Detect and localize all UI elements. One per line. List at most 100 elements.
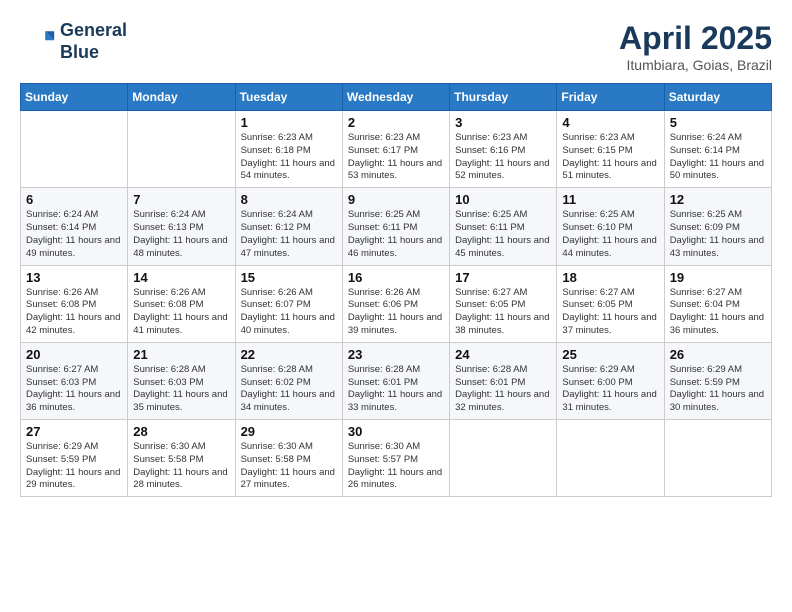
day-number: 26 <box>670 347 766 362</box>
day-number: 19 <box>670 270 766 285</box>
cell-info: Sunrise: 6:30 AM Sunset: 5:58 PM Dayligh… <box>133 441 229 492</box>
calendar-cell: 30 Sunrise: 6:30 AM Sunset: 5:57 PM Dayli… <box>342 420 449 497</box>
calendar-cell: 20 Sunrise: 6:27 AM Sunset: 6:03 PM Dayli… <box>21 342 128 419</box>
calendar-cell: 28 Sunrise: 6:30 AM Sunset: 5:58 PM Dayli… <box>128 420 235 497</box>
calendar-cell <box>664 420 771 497</box>
cell-info: Sunrise: 6:30 AM Sunset: 5:57 PM Dayligh… <box>348 441 444 492</box>
cell-info: Sunrise: 6:26 AM Sunset: 6:06 PM Dayligh… <box>348 287 444 338</box>
calendar-week-2: 6Sunrise: 6:24 AM Sunset: 6:14 PM Daylig… <box>21 188 772 265</box>
page-header: General Blue April 2025 Itumbiara, Goias… <box>20 20 772 73</box>
calendar-cell: 11Sunrise: 6:25 AM Sunset: 6:10 PM Dayli… <box>557 188 664 265</box>
cell-info: Sunrise: 6:26 AM Sunset: 6:08 PM Dayligh… <box>133 287 229 338</box>
calendar-table: SundayMondayTuesdayWednesdayThursdayFrid… <box>20 83 772 497</box>
day-number: 28 <box>133 424 229 439</box>
calendar-cell: 9 Sunrise: 6:25 AM Sunset: 6:11 PM Daylig… <box>342 188 449 265</box>
day-number: 8 <box>241 192 337 207</box>
day-number: 22 <box>241 347 337 362</box>
calendar-week-1: 1Sunrise: 6:23 AM Sunset: 6:18 PM Daylig… <box>21 111 772 188</box>
cell-info: Sunrise: 6:29 AM Sunset: 5:59 PM Dayligh… <box>26 441 122 492</box>
day-number: 3 <box>455 115 551 130</box>
cell-info: Sunrise: 6:29 AM Sunset: 5:59 PM Dayligh… <box>670 364 766 415</box>
calendar-cell: 14 Sunrise: 6:26 AM Sunset: 6:08 PM Dayli… <box>128 265 235 342</box>
day-number: 16 <box>348 270 444 285</box>
weekday-header-saturday: Saturday <box>664 84 771 111</box>
calendar-cell <box>450 420 557 497</box>
weekday-header-thursday: Thursday <box>450 84 557 111</box>
calendar-cell: 7 Sunrise: 6:24 AM Sunset: 6:13 PM Daylig… <box>128 188 235 265</box>
cell-info: Sunrise: 6:23 AM Sunset: 6:15 PM Dayligh… <box>562 132 658 183</box>
cell-info: Sunrise: 6:25 AM Sunset: 6:11 PM Dayligh… <box>455 209 551 260</box>
cell-info: Sunrise: 6:23 AM Sunset: 6:17 PM Dayligh… <box>348 132 444 183</box>
day-number: 7 <box>133 192 229 207</box>
weekday-header-sunday: Sunday <box>21 84 128 111</box>
calendar-week-3: 13Sunrise: 6:26 AM Sunset: 6:08 PM Dayli… <box>21 265 772 342</box>
cell-info: Sunrise: 6:24 AM Sunset: 6:13 PM Dayligh… <box>133 209 229 260</box>
calendar-cell <box>128 111 235 188</box>
cell-info: Sunrise: 6:27 AM Sunset: 6:03 PM Dayligh… <box>26 364 122 415</box>
day-number: 21 <box>133 347 229 362</box>
logo-icon <box>20 24 56 60</box>
cell-info: Sunrise: 6:24 AM Sunset: 6:14 PM Dayligh… <box>26 209 122 260</box>
day-number: 27 <box>26 424 122 439</box>
calendar-header-row: SundayMondayTuesdayWednesdayThursdayFrid… <box>21 84 772 111</box>
weekday-header-monday: Monday <box>128 84 235 111</box>
day-number: 29 <box>241 424 337 439</box>
calendar-cell: 25 Sunrise: 6:29 AM Sunset: 6:00 PM Dayli… <box>557 342 664 419</box>
cell-info: Sunrise: 6:25 AM Sunset: 6:11 PM Dayligh… <box>348 209 444 260</box>
cell-info: Sunrise: 6:25 AM Sunset: 6:09 PM Dayligh… <box>670 209 766 260</box>
day-number: 30 <box>348 424 444 439</box>
cell-info: Sunrise: 6:24 AM Sunset: 6:14 PM Dayligh… <box>670 132 766 183</box>
day-number: 18 <box>562 270 658 285</box>
day-number: 25 <box>562 347 658 362</box>
calendar-cell: 3 Sunrise: 6:23 AM Sunset: 6:16 PM Daylig… <box>450 111 557 188</box>
day-number: 12 <box>670 192 766 207</box>
day-number: 20 <box>26 347 122 362</box>
cell-info: Sunrise: 6:23 AM Sunset: 6:16 PM Dayligh… <box>455 132 551 183</box>
calendar-cell: 12 Sunrise: 6:25 AM Sunset: 6:09 PM Dayli… <box>664 188 771 265</box>
cell-info: Sunrise: 6:28 AM Sunset: 6:01 PM Dayligh… <box>348 364 444 415</box>
day-number: 15 <box>241 270 337 285</box>
day-number: 11 <box>562 192 658 207</box>
calendar-cell: 4 Sunrise: 6:23 AM Sunset: 6:15 PM Daylig… <box>557 111 664 188</box>
logo-text: General Blue <box>60 20 127 63</box>
calendar-cell: 10Sunrise: 6:25 AM Sunset: 6:11 PM Dayli… <box>450 188 557 265</box>
calendar-cell: 17Sunrise: 6:27 AM Sunset: 6:05 PM Dayli… <box>450 265 557 342</box>
calendar-cell <box>557 420 664 497</box>
day-number: 14 <box>133 270 229 285</box>
cell-info: Sunrise: 6:26 AM Sunset: 6:07 PM Dayligh… <box>241 287 337 338</box>
calendar-week-4: 20 Sunrise: 6:27 AM Sunset: 6:03 PM Dayli… <box>21 342 772 419</box>
cell-info: Sunrise: 6:30 AM Sunset: 5:58 PM Dayligh… <box>241 441 337 492</box>
day-number: 4 <box>562 115 658 130</box>
calendar-week-5: 27 Sunrise: 6:29 AM Sunset: 5:59 PM Dayli… <box>21 420 772 497</box>
day-number: 5 <box>670 115 766 130</box>
cell-info: Sunrise: 6:29 AM Sunset: 6:00 PM Dayligh… <box>562 364 658 415</box>
day-number: 2 <box>348 115 444 130</box>
day-number: 1 <box>241 115 337 130</box>
logo: General Blue <box>20 20 127 63</box>
day-number: 24 <box>455 347 551 362</box>
calendar-cell: 19 Sunrise: 6:27 AM Sunset: 6:04 PM Dayli… <box>664 265 771 342</box>
calendar-cell: 26 Sunrise: 6:29 AM Sunset: 5:59 PM Dayli… <box>664 342 771 419</box>
calendar-cell: 1Sunrise: 6:23 AM Sunset: 6:18 PM Daylig… <box>235 111 342 188</box>
day-number: 17 <box>455 270 551 285</box>
day-number: 9 <box>348 192 444 207</box>
location: Itumbiara, Goias, Brazil <box>619 57 772 73</box>
calendar-body: 1Sunrise: 6:23 AM Sunset: 6:18 PM Daylig… <box>21 111 772 497</box>
cell-info: Sunrise: 6:27 AM Sunset: 6:04 PM Dayligh… <box>670 287 766 338</box>
cell-info: Sunrise: 6:28 AM Sunset: 6:03 PM Dayligh… <box>133 364 229 415</box>
calendar-cell: 24 Sunrise: 6:28 AM Sunset: 6:01 PM Dayli… <box>450 342 557 419</box>
cell-info: Sunrise: 6:27 AM Sunset: 6:05 PM Dayligh… <box>562 287 658 338</box>
calendar-cell: 27 Sunrise: 6:29 AM Sunset: 5:59 PM Dayli… <box>21 420 128 497</box>
weekday-header-wednesday: Wednesday <box>342 84 449 111</box>
calendar-cell: 29 Sunrise: 6:30 AM Sunset: 5:58 PM Dayli… <box>235 420 342 497</box>
calendar-cell <box>21 111 128 188</box>
calendar-cell: 8 Sunrise: 6:24 AM Sunset: 6:12 PM Daylig… <box>235 188 342 265</box>
cell-info: Sunrise: 6:28 AM Sunset: 6:01 PM Dayligh… <box>455 364 551 415</box>
calendar-cell: 16 Sunrise: 6:26 AM Sunset: 6:06 PM Dayli… <box>342 265 449 342</box>
calendar-cell: 23Sunrise: 6:28 AM Sunset: 6:01 PM Dayli… <box>342 342 449 419</box>
cell-info: Sunrise: 6:24 AM Sunset: 6:12 PM Dayligh… <box>241 209 337 260</box>
cell-info: Sunrise: 6:28 AM Sunset: 6:02 PM Dayligh… <box>241 364 337 415</box>
calendar-cell: 13Sunrise: 6:26 AM Sunset: 6:08 PM Dayli… <box>21 265 128 342</box>
calendar-cell: 5 Sunrise: 6:24 AM Sunset: 6:14 PM Daylig… <box>664 111 771 188</box>
weekday-header-tuesday: Tuesday <box>235 84 342 111</box>
